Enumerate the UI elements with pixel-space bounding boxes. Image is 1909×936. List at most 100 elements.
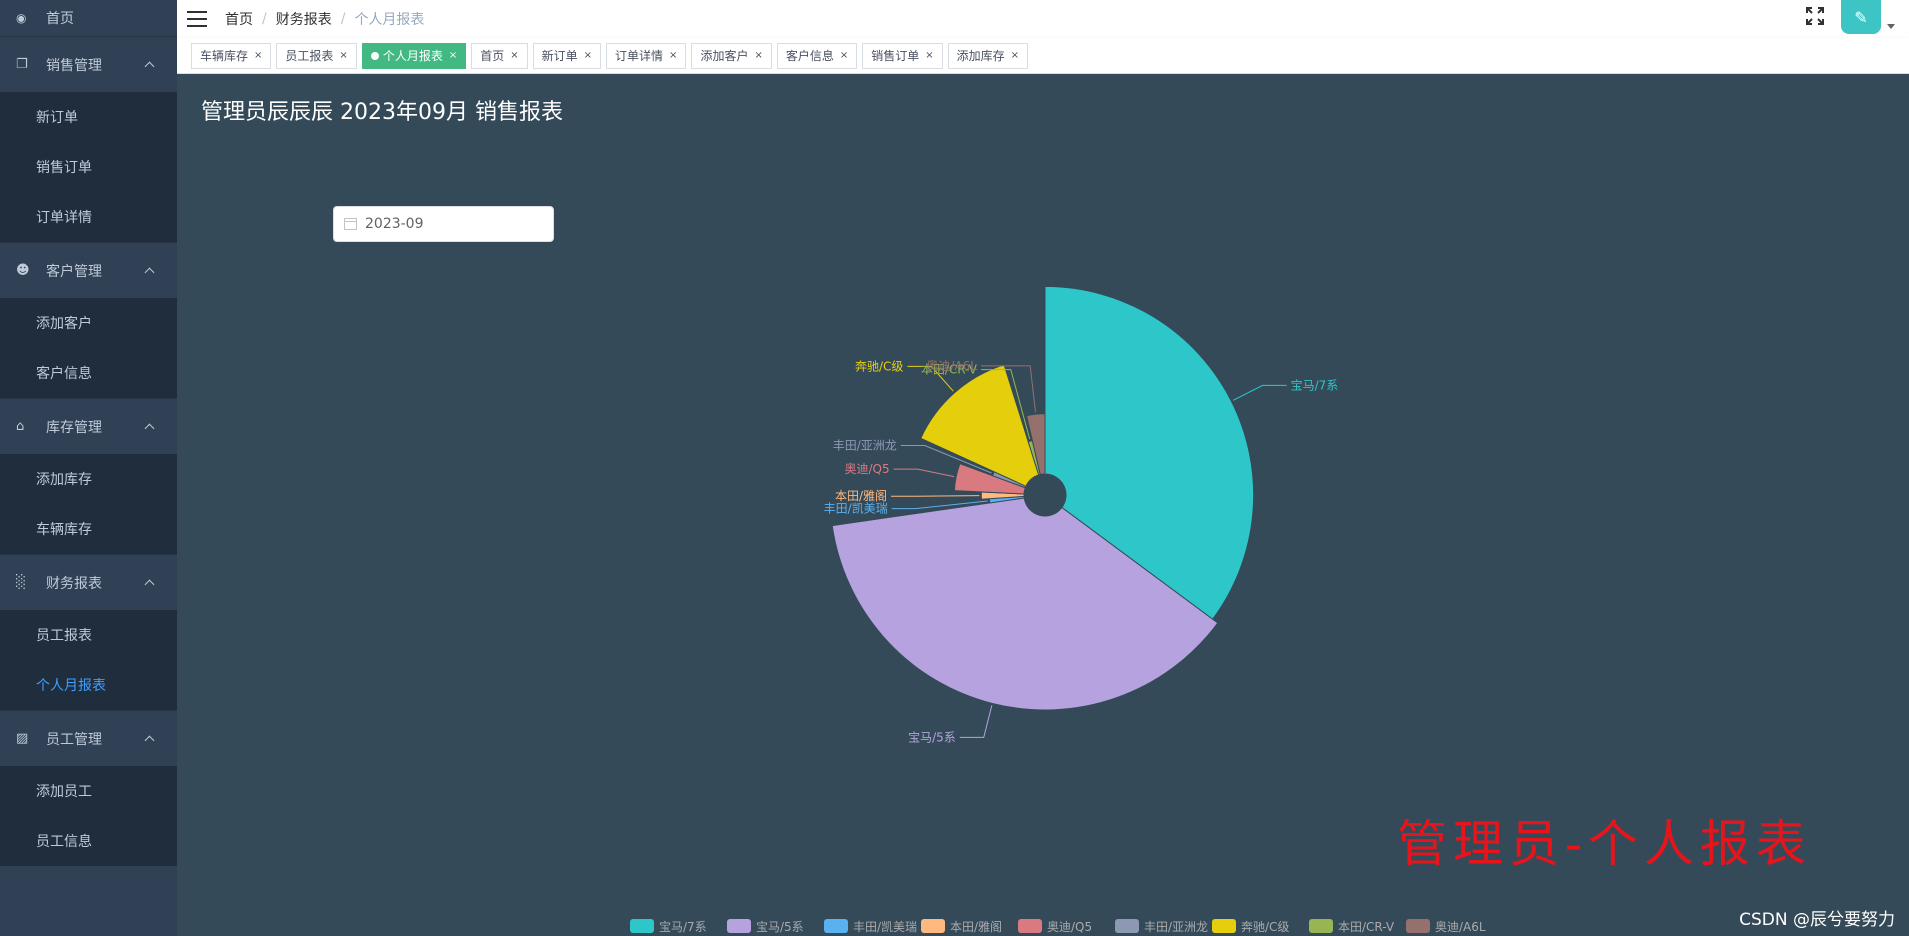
slice-label: 奔驰/C级 [855, 359, 903, 373]
label-leader-line [959, 705, 993, 738]
legend-swatch[interactable] [1212, 919, 1236, 933]
legend-label[interactable]: 奥迪/Q5 [1047, 920, 1092, 934]
close-icon[interactable]: × [339, 50, 347, 61]
legend-label[interactable]: 丰田/亚洲龙 [1144, 920, 1208, 934]
close-icon[interactable]: × [1011, 50, 1019, 61]
sidebar-item-add-employee[interactable]: 添加员工 [0, 766, 177, 816]
close-icon[interactable]: × [584, 50, 592, 61]
slice-label: 丰田/亚洲龙 [833, 439, 897, 453]
close-icon[interactable]: × [510, 50, 518, 61]
close-icon[interactable]: × [840, 50, 848, 61]
tag-new-order[interactable]: 新订单 × [532, 42, 602, 69]
close-icon[interactable]: × [754, 50, 762, 61]
sidebar-item-add-customer[interactable]: 添加客户 [0, 298, 177, 348]
slice-label: 奥迪/Q5 [844, 462, 889, 476]
sidebar-item-vehicle-inventory[interactable]: 车辆库存 [0, 504, 177, 554]
tag-label: 首页 [480, 49, 505, 63]
legend-swatch[interactable] [921, 919, 945, 933]
tag-sales-orders[interactable]: 销售订单 × [862, 42, 943, 69]
sidebar-item-order-details[interactable]: 订单详情 [0, 192, 177, 242]
sidebar-item-personal-monthly-report[interactable]: 个人月报表 [0, 660, 177, 710]
slice-label: 本田/雅阁 [835, 488, 887, 503]
breadcrumb-home[interactable]: 首页 [225, 9, 253, 29]
tag-home[interactable]: 首页 × [471, 42, 528, 69]
legend-swatch[interactable] [824, 919, 848, 933]
label-leader-line [893, 468, 955, 478]
people-icon: ☻ [16, 263, 30, 278]
legend-swatch[interactable] [630, 919, 654, 933]
sidebar-item-customer-info[interactable]: 客户信息 [0, 348, 177, 398]
sidebar-item-home[interactable]: ◉ 首页 [0, 0, 177, 36]
sidebar-group-customers[interactable]: ☻ 客户管理 [0, 242, 177, 298]
breadcrumb-separator: / [340, 11, 346, 27]
breadcrumb: 首页 / 财务报表 / 个人月报表 [225, 9, 424, 29]
sidebar-item-sales-orders[interactable]: 销售订单 [0, 142, 177, 192]
tag-label: 添加客户 [700, 49, 749, 63]
label-leader-line [1232, 384, 1287, 401]
legend-label[interactable]: 丰田/凯美瑞 [853, 920, 917, 934]
hamburger-menu-icon[interactable] [187, 11, 207, 27]
tag-label: 个人月报表 [382, 49, 443, 63]
tag-label: 员工报表 [285, 49, 334, 63]
sidebar-item-employee-report[interactable]: 员工报表 [0, 610, 177, 660]
legend-swatch[interactable] [727, 919, 751, 933]
sidebar-item-label: 首页 [46, 11, 74, 27]
tag-label: 客户信息 [785, 49, 834, 63]
close-icon[interactable]: × [669, 50, 677, 61]
tag-employee-report[interactable]: 员工报表 × [276, 42, 357, 69]
legend-label[interactable]: 本田/CR-V [1338, 920, 1395, 934]
sidebar-group-sales[interactable]: ❐ 销售管理 [0, 36, 177, 92]
main-content: 管理员辰辰辰 2023年09月 销售报表 2023-09 宝马/7系 宝马/5系丰… [177, 74, 1909, 936]
slice-label: 奥迪/A6L [926, 359, 977, 373]
chevron-up-icon [143, 59, 155, 71]
legend-label[interactable]: 奔驰/C级 [1241, 920, 1289, 934]
sidebar-group-inventory[interactable]: ⌂ 库存管理 [0, 398, 177, 454]
legend-label[interactable]: 宝马/7系 [659, 920, 707, 934]
tag-personal-monthly-report[interactable]: 个人月报表 × [361, 42, 467, 69]
active-dot-icon [370, 51, 379, 60]
close-icon[interactable]: × [925, 50, 933, 61]
sidebar-group-label: 财务报表 [46, 575, 102, 592]
fullscreen-icon[interactable] [1805, 6, 1825, 26]
tag-add-inventory[interactable]: 添加库存 × [947, 42, 1029, 69]
chevron-up-icon [143, 733, 155, 745]
sidebar-group-finance[interactable]: ░ 财务报表 [0, 554, 177, 610]
tag-add-customer[interactable]: 添加客户 × [691, 42, 772, 69]
dashboard-icon: ◉ [16, 11, 27, 25]
chevron-up-icon [143, 577, 155, 589]
chevron-up-icon [143, 265, 155, 277]
slice-label: 丰田/凯美瑞 [824, 502, 888, 516]
legend-swatch[interactable] [1406, 919, 1430, 933]
legend-swatch[interactable] [1018, 919, 1042, 933]
legend-label[interactable]: 奥迪/A6L [1435, 920, 1486, 934]
tag-label: 车辆库存 [200, 49, 249, 63]
breadcrumb-finance[interactable]: 财务报表 [276, 9, 332, 29]
legend-swatch[interactable] [1115, 919, 1139, 933]
legend-swatch[interactable] [1309, 919, 1333, 933]
tag-label: 添加库存 [956, 49, 1005, 63]
close-icon[interactable]: × [254, 50, 262, 61]
tag-label: 订单详情 [615, 49, 664, 63]
sidebar-item-employee-info[interactable]: 员工信息 [0, 816, 177, 866]
warehouse-icon: ⌂ [16, 419, 25, 434]
top-navbar: 首页 / 财务报表 / 个人月报表 ✎ [177, 0, 1909, 38]
tags-view: 车辆库存 × 员工报表 × 个人月报表 × 首页 × 新订单 × 订单详情 × 添加客户 × … [177, 38, 1909, 74]
legend-label[interactable]: 本田/雅阁 [950, 919, 1002, 934]
tag-customer-info[interactable]: 客户信息 × [776, 42, 858, 69]
breadcrumb-separator: / [262, 11, 267, 27]
close-icon[interactable]: × [449, 50, 457, 61]
caret-down-icon[interactable] [1887, 24, 1895, 29]
sidebar-group-label: 销售管理 [46, 57, 102, 74]
legend-label[interactable]: 宝马/5系 [756, 920, 804, 934]
sidebar-group-label: 员工管理 [46, 731, 102, 748]
sidebar-item-add-inventory[interactable]: 添加库存 [0, 454, 177, 504]
slice-label: 宝马/7系 [1291, 378, 1339, 392]
tag-vehicle-inventory[interactable]: 车辆库存 × [191, 42, 272, 69]
tag-order-details[interactable]: 订单详情 × [606, 42, 687, 69]
sidebar-group-label: 客户管理 [46, 263, 102, 280]
documents-icon: ❐ [16, 57, 28, 72]
chevron-up-icon [143, 421, 155, 433]
avatar[interactable]: ✎ [1841, 0, 1881, 34]
sidebar-group-employees[interactable]: ▨ 员工管理 [0, 710, 177, 766]
sidebar-item-new-order[interactable]: 新订单 [0, 92, 177, 142]
